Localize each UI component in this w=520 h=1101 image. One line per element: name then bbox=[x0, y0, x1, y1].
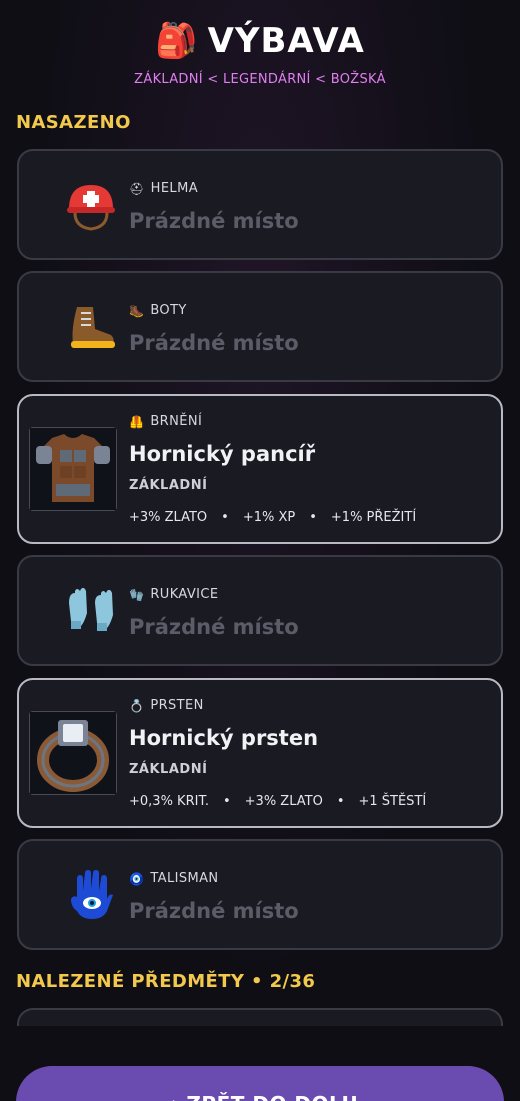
stat-separator: • bbox=[309, 510, 317, 525]
slot-label: 💍 PRSTEN bbox=[129, 698, 204, 713]
gloves-icon bbox=[47, 567, 135, 655]
slot-label-text: BOTY bbox=[150, 303, 187, 318]
stat: +3% ZLATO bbox=[244, 794, 323, 809]
title-row: 🎒 VÝBAVA bbox=[0, 18, 520, 64]
helmet-small-icon: ⛑ bbox=[129, 181, 145, 196]
empty-slot-text: Prázdné místo bbox=[129, 899, 299, 923]
boot-icon bbox=[47, 283, 135, 371]
back-to-mine-button[interactable]: → ZPĚT DO DOLU bbox=[16, 1066, 504, 1101]
slot-card-armor[interactable]: 🦺 BRNĚNÍ Hornický pancíř ZÁKLADNÍ +3% ZL… bbox=[17, 394, 503, 544]
item-stats: +0,3% KRIT. • +3% ZLATO • +1 ŠTĚSTÍ bbox=[129, 794, 426, 809]
empty-slot-text: Prázdné místo bbox=[129, 209, 299, 233]
stat-separator: • bbox=[336, 794, 345, 809]
slot-card-gloves[interactable]: 🧤 RUKAVICE Prázdné místo bbox=[17, 555, 503, 666]
boot-small-icon: 🥾 bbox=[129, 303, 145, 318]
found-items-title: NALEZENÉ PŘEDMĚTY • 2/36 bbox=[16, 971, 316, 992]
slot-card-talisman[interactable]: 🧿 TALISMAN Prázdné místo bbox=[17, 839, 503, 950]
stat: +3% ZLATO bbox=[129, 510, 208, 525]
slot-label: 🦺 BRNĚNÍ bbox=[129, 414, 202, 429]
slot-card-ring[interactable]: 💍 PRSTEN Hornický prsten ZÁKLADNÍ +0,3% … bbox=[17, 678, 503, 828]
slot-label: ⛑ HELMA bbox=[129, 181, 198, 196]
item-stats: +3% ZLATO • +1% XP • +1% PŘEŽITÍ bbox=[129, 510, 416, 525]
stat: +1% XP bbox=[242, 510, 296, 525]
item-tier: ZÁKLADNÍ bbox=[129, 762, 208, 777]
slot-label-text: HELMA bbox=[150, 181, 198, 196]
slot-label: 🧿 TALISMAN bbox=[129, 871, 219, 886]
slot-label-text: TALISMAN bbox=[150, 871, 219, 886]
stat-separator: • bbox=[221, 510, 229, 525]
page-title: VÝBAVA bbox=[207, 21, 365, 61]
item-name: Hornický prsten bbox=[129, 726, 319, 750]
stat-separator: • bbox=[222, 794, 231, 809]
slot-label-text: RUKAVICE bbox=[150, 587, 219, 602]
slot-card-helmet[interactable]: ⛑ HELMA Prázdné místo bbox=[17, 149, 503, 260]
vest-icon: 🦺 bbox=[129, 414, 145, 429]
ring-item-image bbox=[29, 711, 117, 795]
empty-slot-text: Prázdné místo bbox=[129, 615, 299, 639]
gloves-small-icon: 🧤 bbox=[129, 587, 145, 602]
slot-label-text: BRNĚNÍ bbox=[150, 414, 203, 429]
stat: +0,3% KRIT. bbox=[129, 794, 209, 809]
slot-label: 🧤 RUKAVICE bbox=[129, 587, 218, 602]
stat: +1 ŠTĚSTÍ bbox=[358, 794, 427, 809]
item-tier: ZÁKLADNÍ bbox=[129, 478, 208, 493]
armor-item-image bbox=[29, 427, 117, 511]
slot-card-boots[interactable]: 🥾 BOTY Prázdné místo bbox=[17, 271, 503, 382]
hamsa-icon bbox=[47, 851, 135, 939]
rarity-order: ZÁKLADNÍ < LEGENDÁRNÍ < BOŽSKÁ bbox=[134, 72, 386, 87]
stat: +1% PŘEŽITÍ bbox=[330, 510, 417, 525]
backpack-icon: 🎒 bbox=[155, 21, 198, 61]
slot-label-text: PRSTEN bbox=[150, 698, 204, 713]
page-header: 🎒 VÝBAVA ZÁKLADNÍ < LEGENDÁRNÍ < BOŽSKÁ bbox=[0, 18, 520, 87]
empty-slot-text: Prázdné místo bbox=[129, 331, 299, 355]
item-name: Hornický pancíř bbox=[129, 442, 316, 466]
slot-label: 🥾 BOTY bbox=[129, 303, 187, 318]
ring-small-icon: 💍 bbox=[129, 698, 145, 713]
nazar-icon: 🧿 bbox=[129, 871, 145, 886]
equipped-section-title: NASAZENO bbox=[16, 112, 131, 133]
helmet-icon bbox=[47, 161, 135, 249]
